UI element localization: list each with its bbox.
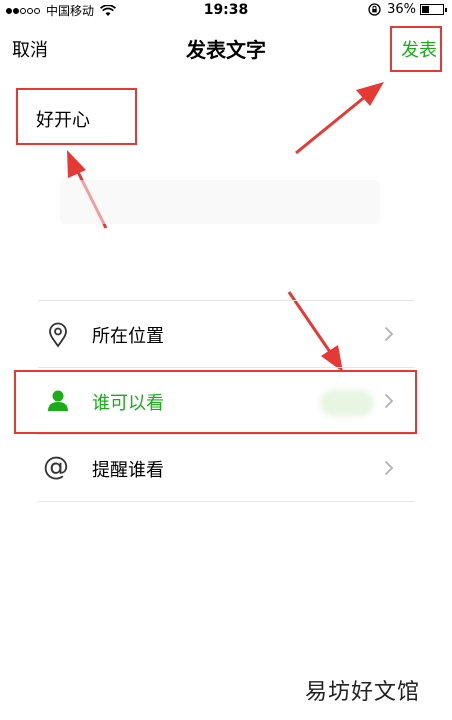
arrow-to-post [295, 82, 384, 155]
watermark-text: 易坊好文馆 [305, 680, 421, 705]
annotation-box-visibility [14, 370, 417, 434]
at-sign-icon: @ [43, 452, 69, 482]
option-label-mention: 提醒谁看 [92, 460, 164, 481]
list-divider-bottom [38, 501, 414, 502]
option-label-location: 所在位置 [92, 326, 164, 347]
option-location[interactable]: 所在位置 [38, 301, 414, 367]
chevron-right-icon [384, 460, 394, 476]
blurred-region [60, 180, 380, 224]
location-pin-icon [49, 322, 67, 348]
chevron-right-icon [384, 326, 394, 342]
post-text-input[interactable]: 好开心 [36, 106, 90, 132]
option-mention[interactable]: @ 提醒谁看 [38, 435, 414, 501]
